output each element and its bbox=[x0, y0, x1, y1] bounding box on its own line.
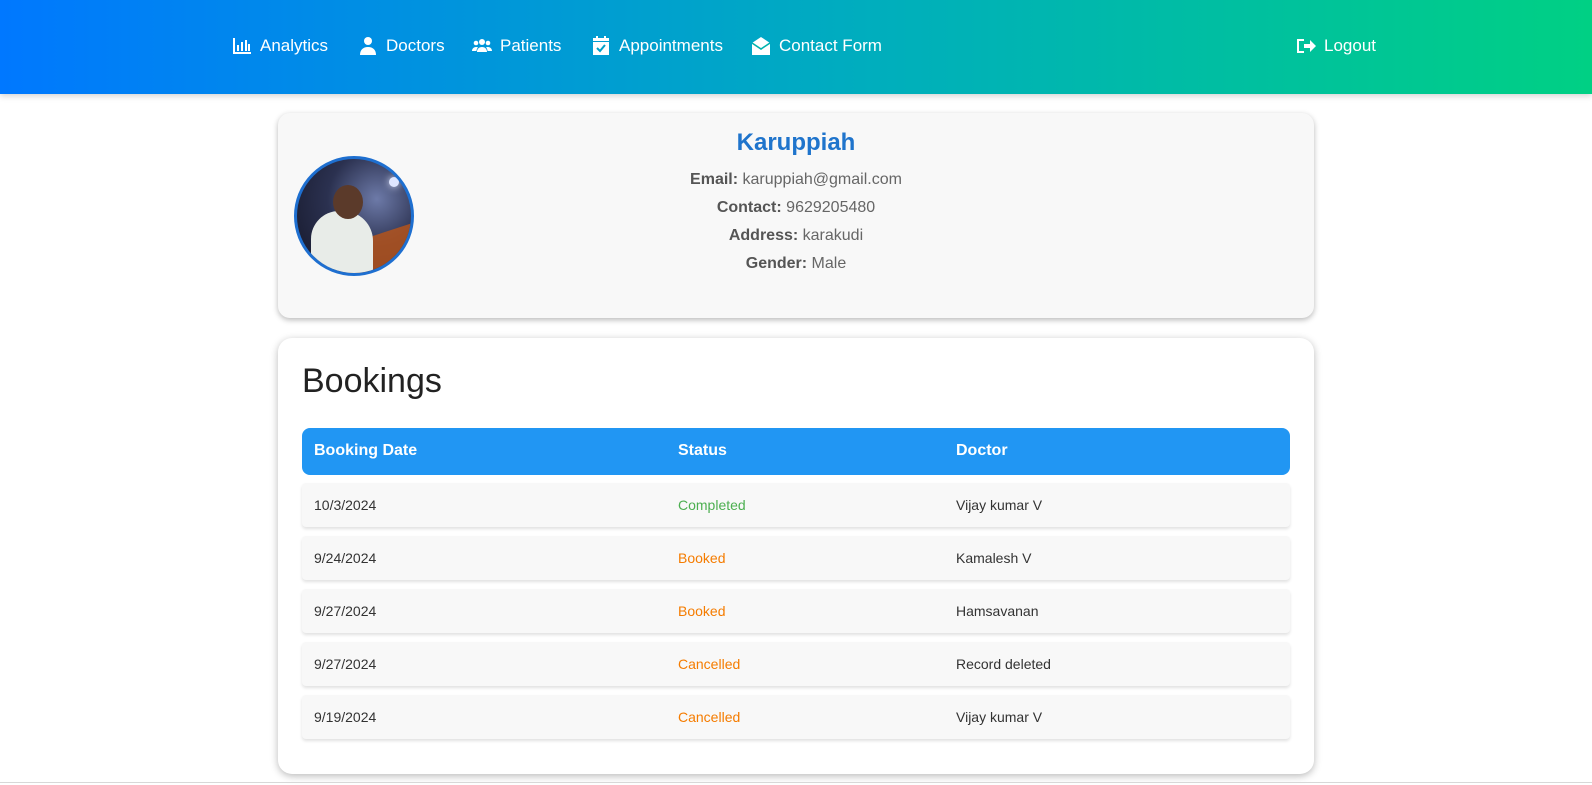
users-icon bbox=[472, 39, 492, 52]
booking-status: Completed bbox=[678, 497, 746, 513]
nav-doctors-label: Doctors bbox=[386, 36, 445, 55]
gender-label: Gender: bbox=[745, 255, 808, 272]
table-row: 9/24/2024 Booked Kamalesh V bbox=[302, 536, 1290, 580]
booking-date: 9/24/2024 bbox=[314, 550, 377, 566]
nav-analytics[interactable]: Analytics bbox=[232, 34, 328, 58]
doctor-icon bbox=[360, 37, 376, 55]
nav-analytics-label: Analytics bbox=[260, 36, 329, 55]
booking-status: Cancelled bbox=[678, 709, 741, 725]
profile-name: Karuppiah bbox=[736, 129, 856, 156]
table-row: 9/27/2024 Booked Hamsavanan bbox=[302, 589, 1290, 633]
booking-date: 9/27/2024 bbox=[314, 603, 377, 619]
top-navbar: Analytics Doctors Patients Appointments … bbox=[0, 0, 1592, 94]
column-doctor: Doctor bbox=[956, 442, 1008, 459]
table-row: 9/27/2024 Cancelled Record deleted bbox=[302, 642, 1290, 686]
booking-date: 10/3/2024 bbox=[314, 497, 377, 513]
gender-value: Male bbox=[811, 255, 847, 272]
booking-doctor: Vijay kumar V bbox=[956, 709, 1043, 725]
bookings-card: Bookings Booking Date Status Doctor 10/3… bbox=[278, 338, 1314, 774]
booking-status: Booked bbox=[678, 603, 726, 619]
page-bottom-divider bbox=[0, 782, 1592, 783]
column-status: Status bbox=[678, 442, 727, 459]
logout-button[interactable]: Logout bbox=[1296, 34, 1376, 58]
table-row: 10/3/2024 Completed Vijay kumar V bbox=[302, 483, 1290, 527]
table-row: 9/19/2024 Cancelled Vijay kumar V bbox=[302, 695, 1290, 739]
envelope-open-icon bbox=[751, 37, 771, 55]
profile-card: Karuppiah Email: karuppiah@gmail.com Con… bbox=[278, 113, 1314, 318]
address-label: Address: bbox=[728, 227, 799, 244]
nav-appointments-label: Appointments bbox=[619, 36, 723, 55]
booking-date: 9/19/2024 bbox=[314, 709, 377, 725]
contact-value: 9629205480 bbox=[786, 199, 876, 216]
bookings-title: Bookings bbox=[302, 362, 442, 400]
nav-patients[interactable]: Patients bbox=[472, 34, 561, 58]
logout-label: Logout bbox=[1324, 36, 1376, 55]
nav-contact-form-label: Contact Form bbox=[779, 36, 882, 55]
profile-contact: Contact: 9629205480 bbox=[278, 199, 1314, 217]
nav-doctors[interactable]: Doctors bbox=[358, 34, 445, 58]
booking-doctor: Hamsavanan bbox=[956, 603, 1039, 619]
booking-status: Booked bbox=[678, 550, 726, 566]
nav-contact-form[interactable]: Contact Form bbox=[751, 34, 882, 58]
bookings-table-header: Booking Date Status Doctor bbox=[302, 428, 1290, 475]
logout-icon bbox=[1297, 39, 1316, 53]
profile-email: Email: karuppiah@gmail.com bbox=[278, 171, 1314, 189]
email-label: Email: bbox=[690, 171, 739, 188]
bar-chart-icon bbox=[233, 38, 251, 54]
booking-doctor: Kamalesh V bbox=[956, 550, 1032, 566]
profile-gender: Gender: Male bbox=[278, 255, 1314, 273]
contact-label: Contact: bbox=[716, 199, 782, 216]
email-value: karuppiah@gmail.com bbox=[742, 171, 902, 188]
profile-address: Address: karakudi bbox=[278, 227, 1314, 245]
calendar-check-icon bbox=[593, 36, 609, 55]
address-value: karakudi bbox=[802, 227, 864, 244]
booking-doctor: Vijay kumar V bbox=[956, 497, 1043, 513]
booking-status: Cancelled bbox=[678, 656, 741, 672]
nav-patients-label: Patients bbox=[500, 36, 562, 55]
nav-appointments[interactable]: Appointments bbox=[591, 34, 723, 58]
booking-doctor: Record deleted bbox=[956, 656, 1051, 672]
column-booking-date: Booking Date bbox=[314, 442, 418, 459]
booking-date: 9/27/2024 bbox=[314, 656, 377, 672]
